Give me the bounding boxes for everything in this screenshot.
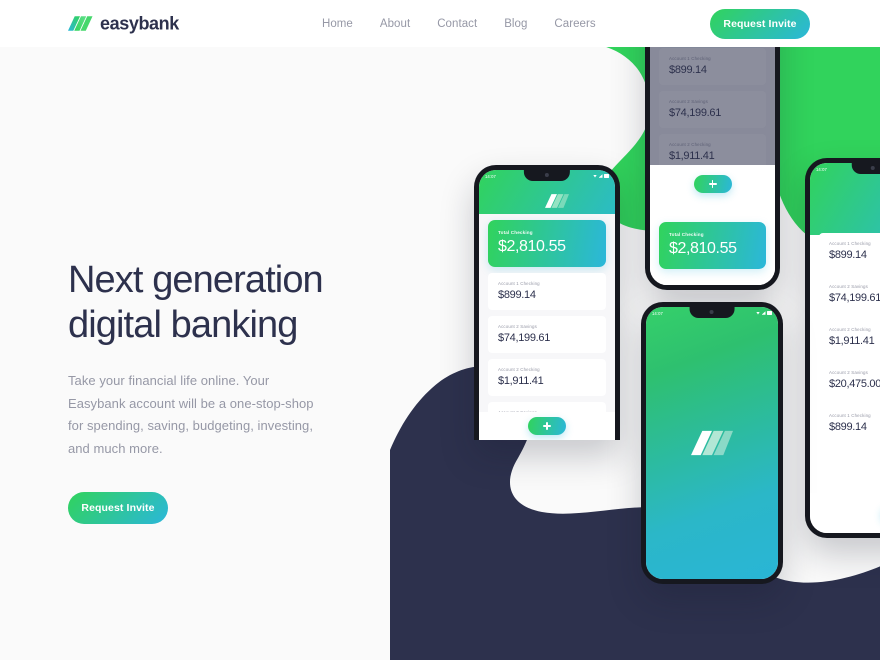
brand-name: easybank	[100, 13, 179, 33]
account-row[interactable]: Account 2 Savings $74,199.61	[488, 316, 606, 353]
total-card-label: Total Checking	[669, 232, 704, 237]
easybank-logo-icon	[68, 16, 93, 31]
phone-notch-splash	[689, 307, 735, 318]
account-amount: $1,911.41	[829, 335, 875, 347]
status-icons	[756, 311, 772, 315]
page-title: Next generation digital banking	[68, 259, 324, 346]
phone-notch-main	[523, 170, 571, 181]
brand-logo[interactable]: easybank	[68, 13, 179, 34]
account-amount: $20,475.00	[829, 378, 880, 390]
phone-notch-right	[851, 163, 880, 174]
status-time: 14:07	[652, 310, 663, 316]
phone-main: 14:07 Total Checking $2,810.55 Account 1…	[474, 165, 620, 440]
wifi-icon	[593, 174, 597, 178]
signal-icon	[761, 311, 766, 315]
account-label: Account 2 Savings	[498, 324, 537, 329]
status-time: 14:07	[816, 166, 827, 172]
account-row[interactable]: Account 2 Checking $1,911.41	[488, 359, 606, 396]
wifi-icon	[756, 311, 760, 315]
plus-icon	[543, 422, 551, 430]
account-label: Account 1 Checking	[829, 413, 871, 418]
battery-icon	[604, 174, 609, 178]
account-row[interactable]: Account 2 Savings $20,475.00	[819, 362, 880, 399]
account-row[interactable]: Account 1 Checking $899.14	[819, 405, 880, 442]
nav-link-about[interactable]: About	[380, 18, 410, 30]
phone-main-screen: 14:07 Total Checking $2,810.55 Account 1…	[479, 170, 615, 440]
hero-request-invite-button[interactable]: Request Invite	[68, 492, 168, 524]
nav-link-home[interactable]: Home	[322, 18, 353, 30]
signal-icon	[598, 174, 603, 178]
account-label: Account 1 Checking	[829, 241, 871, 246]
splash-screen	[646, 307, 778, 579]
account-amount: $1,911.41	[498, 375, 544, 387]
battery-icon	[767, 311, 772, 315]
top-navigation-bar: easybank Home About Contact Blog Careers Req…	[0, 0, 880, 47]
account-row[interactable]: Account 1 Checking $899.14	[488, 273, 606, 310]
phone-splash-screen: 14:07	[646, 307, 778, 579]
account-list-right: Account 1 Checking $899.14 Account 2 Savin…	[819, 233, 880, 442]
plus-icon	[708, 180, 717, 188]
total-card-back-bottom: Total Checking $2,810.55	[659, 222, 766, 269]
nav-link-careers[interactable]: Careers	[554, 18, 595, 30]
nav-link-contact[interactable]: Contact	[437, 18, 477, 30]
account-label: Account 2 Checking	[829, 327, 871, 332]
hero-section: Next generation digital banking Take you…	[68, 258, 368, 524]
nav-link-blog[interactable]: Blog	[504, 18, 527, 30]
total-card-main: Total Checking $2,810.55	[488, 220, 606, 267]
account-label: Account 2 Checking	[498, 367, 540, 372]
account-label: Account 2 Savings	[829, 370, 868, 375]
account-amount: $899.14	[829, 249, 867, 261]
add-account-fab-back[interactable]	[693, 175, 732, 193]
splash-logo-icon	[691, 430, 733, 456]
status-time: 14:07	[485, 173, 496, 179]
account-amount: $899.14	[829, 421, 867, 433]
app-logo-icon	[544, 194, 569, 208]
total-card-amount: $2,810.55	[669, 240, 737, 257]
app-body-main: Total Checking $2,810.55 Account 1 Check…	[479, 214, 615, 440]
account-row[interactable]: Account 2 Savings $74,199.61	[819, 276, 880, 313]
account-amount: $74,199.61	[498, 332, 551, 344]
account-label: Account 1 Checking	[498, 281, 540, 286]
app-body-right: Account 1 Checking $899.14 Account 2 Savin…	[810, 223, 880, 533]
hero-subtitle: Take your financial life online. Your Ea…	[68, 373, 314, 456]
account-row[interactable]: Account 2 Checking $1,911.41	[819, 319, 880, 356]
total-card-label: Total Checking	[498, 230, 533, 235]
phone-right: 14:07 Account 1 Checking $899.14 Account 2…	[805, 158, 880, 538]
phone-splash: 14:07	[641, 302, 783, 584]
account-amount: $899.14	[498, 289, 536, 301]
nav-links: Home About Contact Blog Careers	[322, 18, 596, 30]
nav-request-invite-button[interactable]: Request Invite	[710, 8, 810, 39]
total-card-amount: $2,810.55	[498, 238, 566, 255]
fab-strip-right	[810, 493, 880, 533]
status-icons	[593, 174, 609, 178]
landing-page: Total Checking $2,810.55 Account 1 Check…	[0, 0, 880, 660]
account-amount: $74,199.61	[829, 292, 880, 304]
phone-right-screen: 14:07 Account 1 Checking $899.14 Account 2…	[810, 163, 880, 533]
add-account-fab-main[interactable]	[528, 417, 566, 435]
account-row[interactable]: Account 1 Checking $899.14	[819, 233, 880, 270]
account-label: Account 2 Savings	[829, 284, 868, 289]
